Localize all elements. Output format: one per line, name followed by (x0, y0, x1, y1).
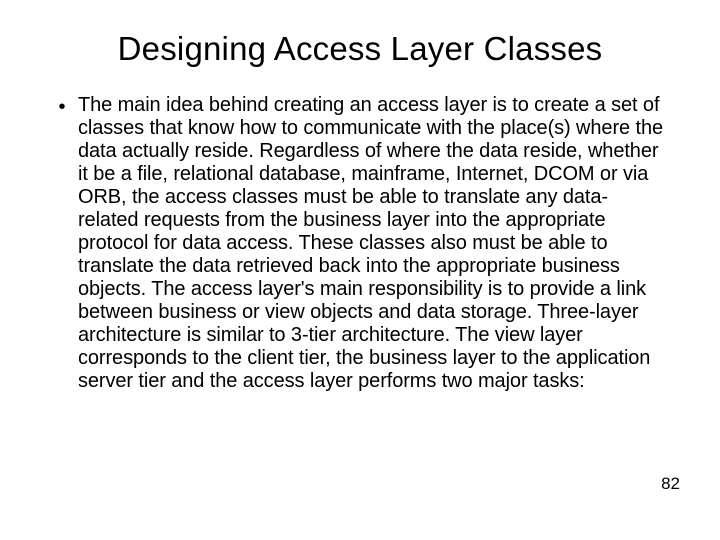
body-area: • The main idea behind creating an acces… (44, 94, 676, 393)
bullet-item: • The main idea behind creating an acces… (56, 94, 664, 393)
bullet-glyph: • (56, 95, 68, 119)
slide: Designing Access Layer Classes • The mai… (0, 0, 720, 540)
body-text: The main idea behind creating an access … (78, 94, 664, 393)
slide-title: Designing Access Layer Classes (44, 30, 676, 68)
page-number: 82 (661, 474, 680, 494)
